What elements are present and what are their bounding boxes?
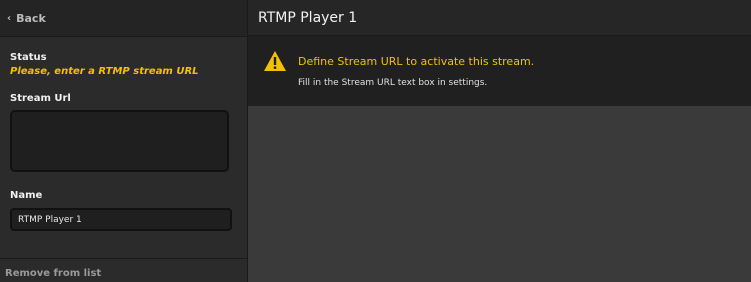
title-bar: RTMP Player 1 bbox=[248, 0, 751, 36]
chevron-left-icon: ‹ bbox=[7, 12, 12, 24]
name-label: Name bbox=[10, 190, 43, 201]
divider bbox=[0, 258, 247, 259]
stream-url-label: Stream Url bbox=[10, 93, 71, 104]
status-label: Status bbox=[10, 52, 47, 63]
alert-title: Define Stream URL to activate this strea… bbox=[298, 55, 535, 68]
name-input-value: RTMP Player 1 bbox=[18, 214, 82, 225]
warning-alert: Define Stream URL to activate this strea… bbox=[248, 36, 751, 106]
back-label: Back bbox=[16, 11, 46, 25]
name-input[interactable]: RTMP Player 1 bbox=[10, 208, 232, 231]
remove-from-list-button[interactable]: Remove from list bbox=[5, 268, 101, 279]
settings-sidebar: ‹ Back Status Please, enter a RTMP strea… bbox=[0, 0, 248, 282]
alert-subtitle: Fill in the Stream URL text box in setti… bbox=[298, 78, 488, 88]
back-bar: ‹ Back bbox=[0, 0, 247, 37]
stream-url-input[interactable] bbox=[10, 110, 229, 172]
page-title: RTMP Player 1 bbox=[258, 9, 358, 26]
status-message: Please, enter a RTMP stream URL bbox=[10, 66, 199, 77]
back-button[interactable]: ‹ Back bbox=[7, 12, 46, 25]
warning-icon bbox=[264, 51, 286, 71]
